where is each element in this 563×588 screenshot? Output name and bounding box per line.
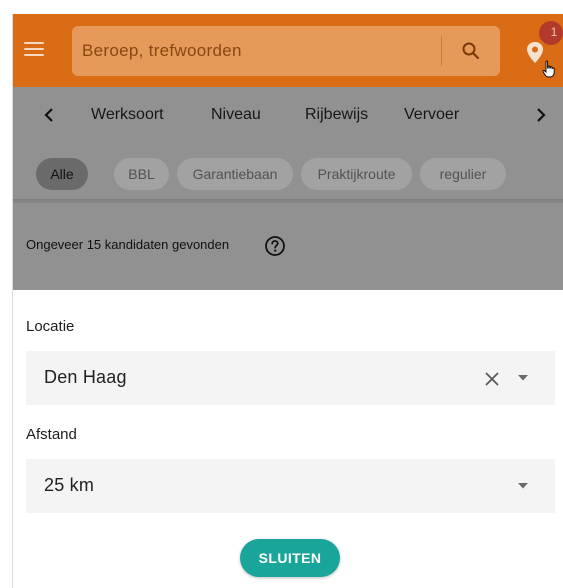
location-value: Den Haag [44, 367, 127, 387]
results-count-text: Ongeveer 15 kandidaten gevonden [26, 237, 230, 252]
chevron-right-icon[interactable] [530, 105, 550, 125]
location-label: Locatie [26, 318, 75, 335]
chip-alle[interactable]: Alle [36, 158, 88, 190]
distance-label: Afstand [26, 426, 77, 443]
search-divider [441, 36, 442, 66]
filter-chips: Alle BBL Garantiebaan Praktijkroute regu… [12, 143, 563, 203]
dropdown-arrow-icon[interactable] [518, 483, 528, 489]
hamburger-menu-icon[interactable] [24, 42, 44, 58]
category-tab-rijbewijs[interactable]: Rijbewijs [305, 106, 368, 124]
distance-value: 25 km [44, 475, 95, 495]
category-tabs: Werksoort Niveau Rijbewijs Vervoer [12, 87, 563, 143]
close-button[interactable]: SLUITEN [240, 539, 340, 577]
search-box [72, 26, 500, 76]
filter-bottom-sheet: Locatie Den Haag Afstand 25 km SLUITEN [12, 290, 563, 588]
hand-pointer-icon [542, 60, 555, 78]
results-summary: Ongeveer 15 kandidaten gevonden [12, 203, 563, 290]
app-frame: 1 Werksoort Niveau Rijbewijs Vervoer All… [12, 14, 563, 588]
chip-praktijkroute[interactable]: Praktijkroute [301, 158, 412, 190]
dropdown-arrow-icon[interactable] [518, 375, 528, 381]
search-button[interactable] [454, 34, 488, 68]
clear-icon[interactable] [484, 371, 500, 387]
notification-badge[interactable]: 1 [539, 21, 563, 45]
location-select[interactable]: Den Haag [26, 351, 555, 405]
search-input[interactable] [82, 26, 432, 76]
category-tab-niveau[interactable]: Niveau [211, 106, 261, 124]
chevron-left-icon[interactable] [40, 105, 60, 125]
category-tab-werksoort[interactable]: Werksoort [91, 106, 164, 124]
distance-select[interactable]: 25 km [26, 459, 555, 513]
chip-garantiebaan[interactable]: Garantiebaan [177, 158, 293, 190]
chip-bbl[interactable]: BBL [114, 158, 169, 190]
top-app-bar: 1 [12, 14, 563, 87]
question-circle-icon[interactable] [264, 235, 286, 257]
chip-regulier[interactable]: regulier [420, 158, 506, 190]
magnifier-icon [462, 42, 480, 60]
category-tab-vervoer[interactable]: Vervoer [404, 106, 459, 124]
